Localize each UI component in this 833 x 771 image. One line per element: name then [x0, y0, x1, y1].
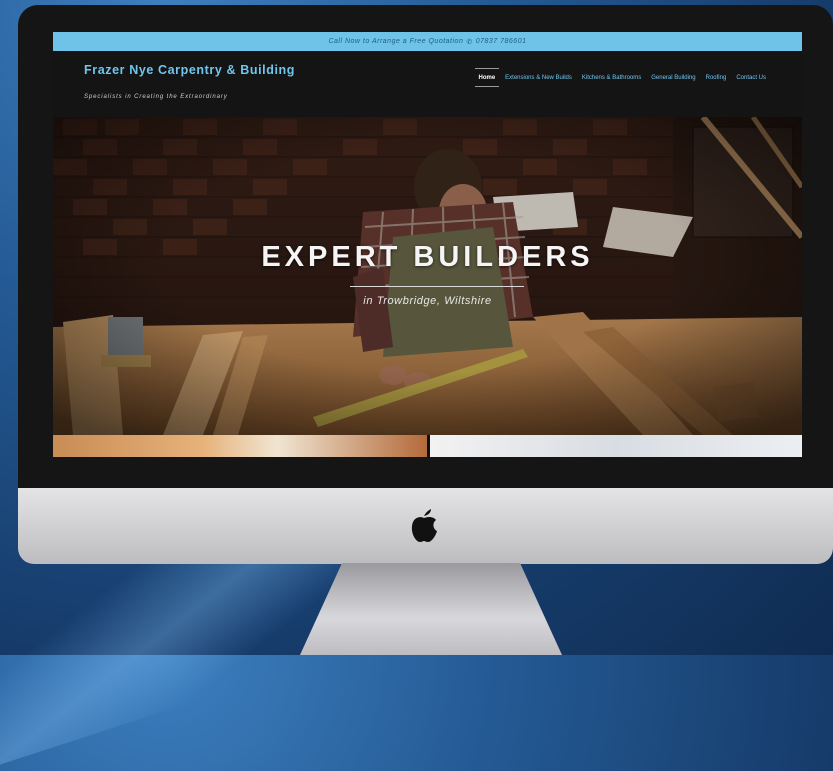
- nav-item-general-building[interactable]: General Building: [651, 75, 695, 81]
- nav-item-contact[interactable]: Contact Us: [736, 75, 766, 81]
- hero-title: EXPERT BUILDERS: [261, 241, 594, 273]
- nav-item-home[interactable]: Home: [474, 68, 499, 87]
- hero-divider: [350, 286, 524, 287]
- top-announcement-bar: Call Now to Arrange a Free Quotation ✆ 0…: [53, 32, 802, 51]
- phone-icon: ✆: [466, 38, 473, 46]
- website-screen: Call Now to Arrange a Free Quotation ✆ 0…: [53, 32, 802, 457]
- site-header: Frazer Nye Carpentry & Building Speciali…: [53, 51, 802, 117]
- hero-workshop-image: [53, 117, 802, 435]
- nav-item-kitchens[interactable]: Kitchens & Bathrooms: [582, 75, 641, 81]
- phone-number-link[interactable]: 07837 786601: [476, 38, 527, 45]
- site-logo-title[interactable]: Frazer Nye Carpentry & Building: [84, 64, 304, 77]
- call-now-text: Call Now to Arrange a Free Quotation: [328, 38, 464, 45]
- nav-item-roofing[interactable]: Roofing: [706, 75, 727, 81]
- main-navigation: Home Extensions & New Builds Kitchens & …: [474, 68, 766, 87]
- gallery-thumb-2[interactable]: [430, 435, 802, 457]
- hero-banner: EXPERT BUILDERS in Trowbridge, Wiltshire: [53, 117, 802, 435]
- nav-item-extensions[interactable]: Extensions & New Builds: [505, 75, 572, 81]
- site-tagline: Specialists in Creating the Extraordinar…: [84, 94, 228, 100]
- hero-subtitle: in Trowbridge, Wiltshire: [363, 295, 492, 307]
- gallery-strip: [53, 435, 802, 457]
- apple-logo-icon: [411, 509, 437, 542]
- gallery-thumb-1[interactable]: [53, 435, 427, 457]
- monitor-stand: [300, 563, 562, 655]
